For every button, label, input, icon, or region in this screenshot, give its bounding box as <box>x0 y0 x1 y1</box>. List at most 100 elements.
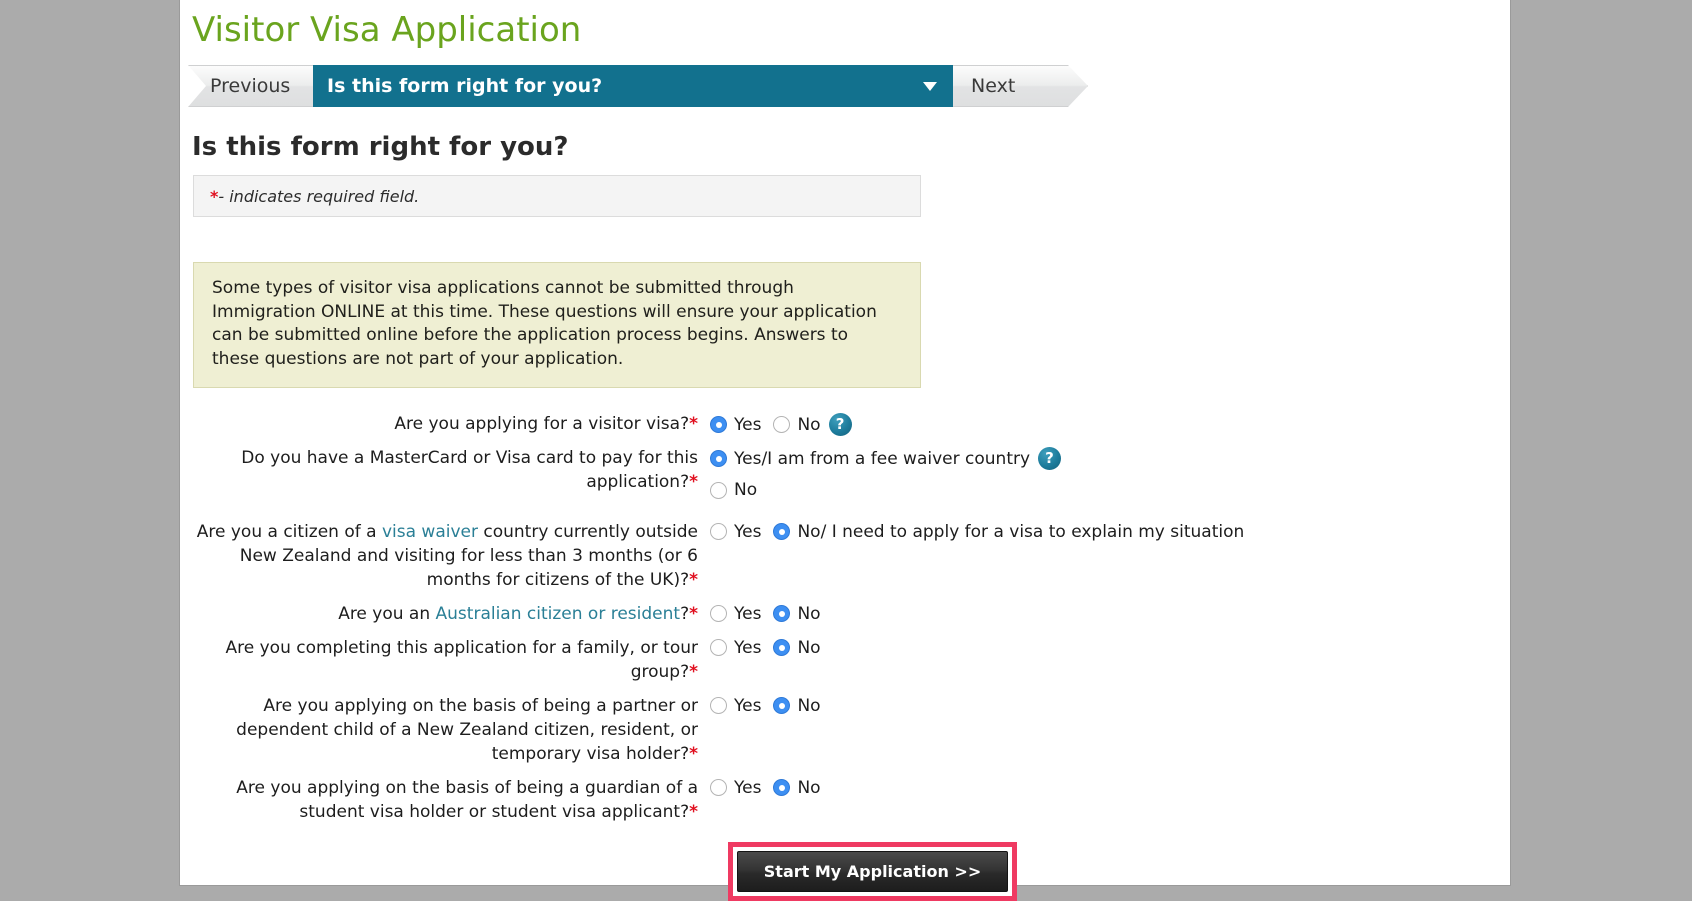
next-button[interactable]: Next <box>971 65 1015 107</box>
option-label: No <box>797 603 821 624</box>
option-label: Yes <box>734 637 762 658</box>
question-label-australian-citizen-or-resident: Are you an Australian citizen or residen… <box>180 602 700 626</box>
question-row-family-or-tour-group: Are you completing this application for … <box>180 636 1510 684</box>
step-select[interactable]: Is this form right for you? <box>313 65 953 107</box>
question-options-australian-citizen-or-resident: Yes No <box>700 602 1510 624</box>
option-family-or-tour-group-1[interactable]: No <box>773 637 821 658</box>
required-note-label: - indicates required field. <box>218 187 420 206</box>
step-select-label: Is this form right for you? <box>327 75 603 97</box>
option-partner-or-dependent-child-1[interactable]: No <box>773 695 821 716</box>
option-family-or-tour-group-0[interactable]: Yes <box>710 638 761 658</box>
question-row-australian-citizen-or-resident: Are you an Australian citizen or residen… <box>180 602 1510 626</box>
option-mastercard-or-visa-card-1[interactable]: No <box>710 480 1498 500</box>
start-my-application-button[interactable]: Start My Application >> <box>736 851 1009 892</box>
question-label-guardian-of-student: Are you applying on the basis of being a… <box>180 776 700 824</box>
required-field-notice: *- indicates required field. <box>193 175 921 217</box>
question-link-visa-waiver-country-citizen[interactable]: visa waiver <box>382 522 478 542</box>
required-field-notice-text: *- indicates required field. <box>194 176 920 207</box>
question-label-partner-or-dependent-child: Are you applying on the basis of being a… <box>180 694 700 766</box>
question-options-applying-for-visitor-visa: Yes No? <box>700 412 1510 436</box>
section-heading: Is this form right for you? <box>192 132 569 162</box>
page-panel: Visitor Visa Application Previous Is thi… <box>180 0 1510 901</box>
question-row-mastercard-or-visa-card: Do you have a MasterCard or Visa card to… <box>180 446 1510 510</box>
radio-visa-waiver-country-citizen-0[interactable] <box>710 523 727 540</box>
option-visa-waiver-country-citizen-1[interactable]: No/ I need to apply for a visa to explai… <box>773 522 1244 542</box>
radio-guardian-of-student-0[interactable] <box>710 779 727 796</box>
question-label-text: Are you applying on the basis of being a… <box>236 778 698 822</box>
radio-australian-citizen-or-resident-0[interactable] <box>710 605 727 622</box>
question-row-partner-or-dependent-child: Are you applying on the basis of being a… <box>180 694 1510 766</box>
question-label-visa-waiver-country-citizen: Are you a citizen of a visa waiver count… <box>180 520 700 592</box>
info-box: Some types of visitor visa applications … <box>193 262 921 388</box>
radio-partner-or-dependent-child-0[interactable] <box>710 697 727 714</box>
radio-family-or-tour-group-1[interactable] <box>773 639 791 656</box>
option-guardian-of-student-1[interactable]: No <box>773 777 821 798</box>
question-label-applying-for-visitor-visa: Are you applying for a visitor visa?* <box>180 412 700 436</box>
question-label-text: ? <box>680 604 690 624</box>
previous-button[interactable]: Previous <box>210 65 290 107</box>
option-label: Yes <box>734 777 762 798</box>
radio-applying-for-visitor-visa-1[interactable] <box>773 416 791 433</box>
option-australian-citizen-or-resident-1[interactable]: No <box>773 603 821 624</box>
chevron-down-icon <box>923 82 937 91</box>
option-label: No <box>797 777 821 798</box>
required-asterisk: * <box>689 414 698 434</box>
required-asterisk: * <box>689 604 698 624</box>
option-label: Yes/I am from a fee waiver country <box>734 448 1031 469</box>
option-label: Yes <box>734 521 762 542</box>
option-label: Yes <box>734 695 762 716</box>
required-asterisk: * <box>689 662 698 682</box>
option-mastercard-or-visa-card-0[interactable]: Yes/I am from a fee waiver country? <box>710 447 1498 470</box>
option-label: No <box>797 414 821 435</box>
option-label: No/ I need to apply for a visa to explai… <box>797 521 1245 542</box>
option-australian-citizen-or-resident-0[interactable]: Yes <box>710 604 761 624</box>
question-row-visa-waiver-country-citizen: Are you a citizen of a visa waiver count… <box>180 520 1510 592</box>
option-label: No <box>797 695 821 716</box>
question-label-text: Do you have a MasterCard or Visa card to… <box>241 448 698 492</box>
info-box-text: Some types of visitor visa applications … <box>212 278 877 369</box>
question-label-text: Are you completing this application for … <box>225 638 699 682</box>
question-row-guardian-of-student: Are you applying on the basis of being a… <box>180 776 1510 824</box>
option-applying-for-visitor-visa-1[interactable]: No? <box>773 413 852 436</box>
radio-australian-citizen-or-resident-1[interactable] <box>773 605 791 622</box>
radio-visa-waiver-country-citizen-1[interactable] <box>773 523 791 540</box>
radio-applying-for-visitor-visa-0[interactable] <box>710 416 727 433</box>
question-row-applying-for-visitor-visa: Are you applying for a visitor visa?* Yes… <box>180 412 1510 436</box>
question-options-family-or-tour-group: Yes No <box>700 636 1510 658</box>
option-label: Yes <box>734 414 762 435</box>
step-navigation: Previous Is this form right for you? Nex… <box>188 65 1088 107</box>
questions-list: Are you applying for a visitor visa?* Yes… <box>180 412 1510 824</box>
question-label-text: Are you a citizen of a <box>196 522 382 542</box>
radio-mastercard-or-visa-card-0[interactable] <box>710 450 727 467</box>
option-visa-waiver-country-citizen-0[interactable]: Yes <box>710 522 761 542</box>
question-options-partner-or-dependent-child: Yes No <box>700 694 1510 716</box>
question-label-family-or-tour-group: Are you completing this application for … <box>180 636 700 684</box>
help-icon[interactable]: ? <box>828 413 852 436</box>
option-label: Yes <box>734 603 762 624</box>
required-asterisk: * <box>689 802 698 822</box>
question-label-text: Are you applying for a visitor visa? <box>394 414 690 434</box>
help-icon[interactable]: ? <box>1038 447 1062 470</box>
submit-highlight-annotation: Start My Application >> <box>727 842 1018 901</box>
question-options-visa-waiver-country-citizen: Yes No/ I need to apply for a visa to exp… <box>700 520 1510 542</box>
radio-mastercard-or-visa-card-1[interactable] <box>710 481 727 499</box>
option-label: No <box>734 480 758 500</box>
submit-area: Start My Application >> <box>180 842 1510 901</box>
required-asterisk: * <box>689 472 698 492</box>
option-label: No <box>797 637 821 658</box>
radio-partner-or-dependent-child-1[interactable] <box>773 697 791 714</box>
option-applying-for-visitor-visa-0[interactable]: Yes <box>710 415 761 435</box>
option-guardian-of-student-0[interactable]: Yes <box>710 778 761 798</box>
page-title: Visitor Visa Application <box>192 10 582 50</box>
question-label-text: Are you an <box>338 604 436 624</box>
question-options-mastercard-or-visa-card: Yes/I am from a fee waiver country? No <box>700 446 1510 510</box>
question-label-mastercard-or-visa-card: Do you have a MasterCard or Visa card to… <box>180 446 700 494</box>
option-partner-or-dependent-child-0[interactable]: Yes <box>710 696 761 716</box>
radio-family-or-tour-group-0[interactable] <box>710 639 727 656</box>
required-asterisk: * <box>689 570 698 590</box>
question-options-guardian-of-student: Yes No <box>700 776 1510 798</box>
radio-guardian-of-student-1[interactable] <box>773 779 791 796</box>
question-label-text: Are you applying on the basis of being a… <box>236 696 698 764</box>
required-asterisk: * <box>689 744 698 764</box>
question-link-australian-citizen-or-resident[interactable]: Australian citizen or resident <box>436 604 681 624</box>
